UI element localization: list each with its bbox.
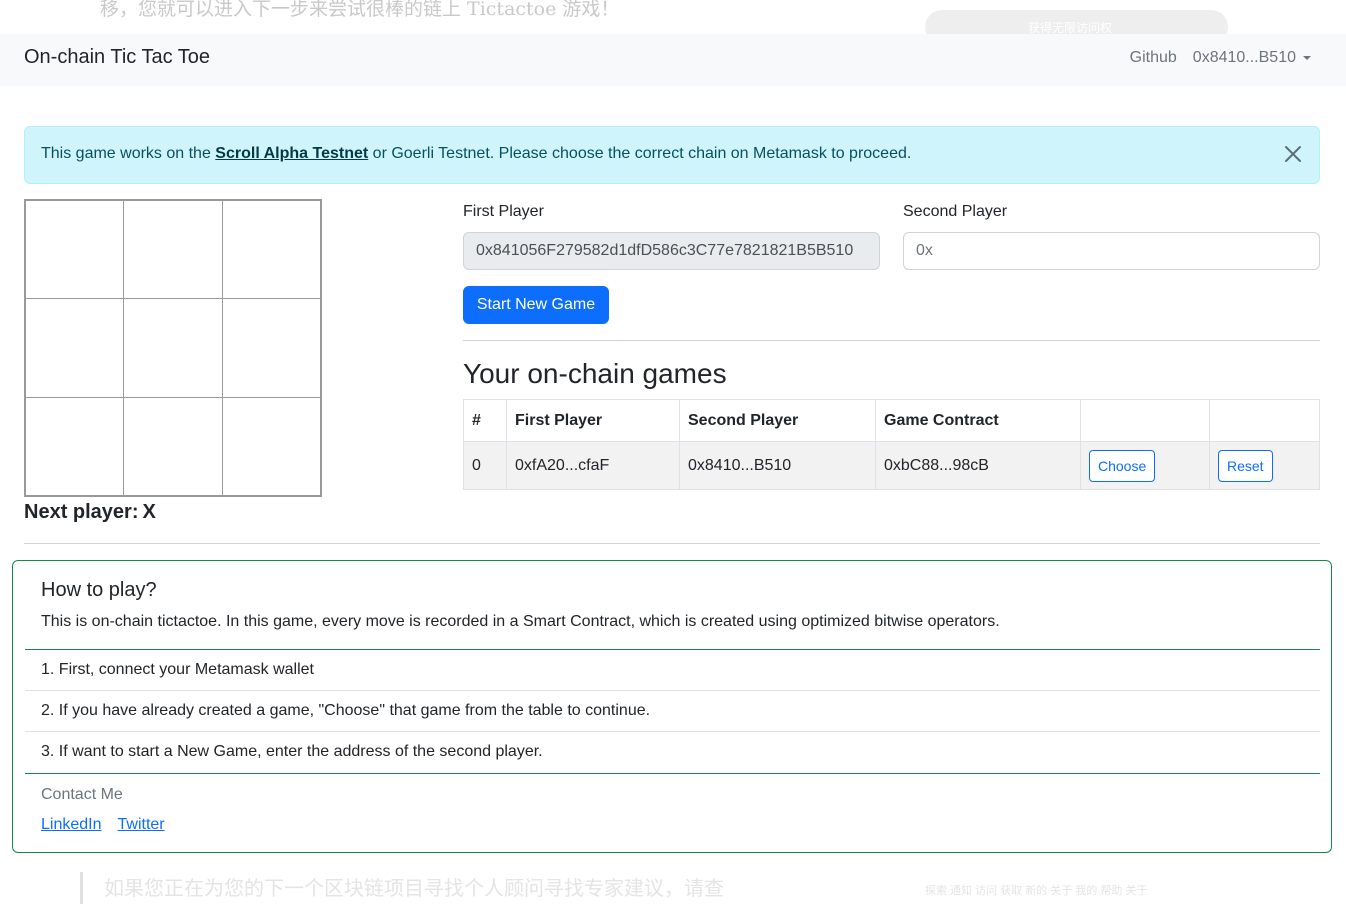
steps-list: 1. First, connect your Metamask wallet 2…	[25, 649, 1320, 774]
board-cell[interactable]	[24, 199, 125, 300]
alert-text-before: This game works on the	[41, 145, 216, 162]
how-to-play-card: How to play? This is on-chain tictactoe.…	[12, 560, 1332, 853]
board-cell[interactable]	[123, 396, 223, 497]
board-cell[interactable]	[24, 298, 125, 398]
scroll-testnet-link[interactable]: Scroll Alpha Testnet	[215, 145, 368, 162]
cell-choose: Choose	[1080, 441, 1210, 490]
navbar: On-chain Tic Tac Toe Github 0x8410...B51…	[0, 34, 1346, 86]
header-game-contract: Game Contract	[875, 399, 1081, 442]
account-dropdown[interactable]: 0x8410...B510	[1193, 49, 1311, 67]
alert-text-after: or Goerli Testnet. Please choose the cor…	[368, 145, 912, 162]
linkedin-link[interactable]: LinkedIn	[41, 816, 102, 834]
choose-button[interactable]: Choose	[1089, 449, 1156, 482]
board-cell[interactable]	[221, 396, 322, 497]
games-table: # First Player Second Player Game Contra…	[463, 399, 1320, 490]
table-row: 0 0xfA20...cfaF 0x8410...B510 0xbC88...9…	[463, 441, 1320, 490]
divider	[24, 543, 1320, 544]
header-reset	[1209, 399, 1320, 442]
board-cell[interactable]	[24, 396, 125, 497]
next-player-label: Next player:	[24, 501, 139, 523]
game-board	[24, 199, 322, 497]
contact-links: LinkedIn Twitter	[41, 816, 165, 834]
board-cell[interactable]	[221, 298, 322, 398]
games-title: Your on-chain games	[463, 358, 727, 389]
cell-second-player: 0x8410...B510	[679, 441, 876, 490]
github-link[interactable]: Github	[1130, 49, 1177, 67]
background-text: 移，您就可以进入下一步来尝试很棒的链上 Tictactoe 游戏！	[100, 0, 620, 20]
first-player-label: First Player	[463, 203, 544, 220]
next-player-status: Next player: X	[24, 501, 156, 524]
header-choose	[1080, 399, 1210, 442]
navbar-brand[interactable]: On-chain Tic Tac Toe	[24, 46, 210, 69]
cell-index: 0	[463, 441, 507, 490]
second-player-input[interactable]	[903, 232, 1320, 270]
card-title: How to play?	[41, 579, 157, 601]
twitter-link[interactable]: Twitter	[118, 816, 165, 834]
header-second-player: Second Player	[679, 399, 876, 442]
navbar-right: Github 0x8410...B510	[1130, 49, 1311, 67]
list-item: 3. If want to start a New Game, enter th…	[41, 743, 543, 760]
board-cell[interactable]	[123, 298, 223, 398]
start-new-game-button[interactable]: Start New Game	[463, 286, 609, 324]
first-player-field: 0x841056F279582d1dfD586c3C77e7821821B5B5…	[463, 232, 880, 270]
list-item: 1. First, connect your Metamask wallet	[25, 650, 1320, 691]
next-player-value: X	[142, 501, 156, 523]
background-page-top: 移，您就可以进入下一步来尝试很棒的链上 Tictactoe 游戏！ 获得无限访问…	[0, 0, 1346, 34]
account-address: 0x8410...B510	[1192, 49, 1296, 66]
caret-down-icon	[1303, 56, 1311, 60]
header-index: #	[463, 399, 507, 442]
background-bottom-small: 探索 通知 访问 获取 新的 关于 我的 帮助 关于	[925, 885, 1148, 897]
background-page-bottom: 如果您正在为您的下一个区块链项目寻找个人顾问寻找专家建议，请查 探索 通知 访问…	[0, 856, 1346, 904]
cell-game-contract: 0xbC88...98cB	[875, 441, 1081, 490]
cell-first-player: 0xfA20...cfaF	[506, 441, 680, 490]
close-icon[interactable]	[1283, 144, 1303, 164]
divider	[463, 340, 1320, 341]
background-quote-bar	[80, 872, 83, 904]
reset-button[interactable]: Reset	[1218, 449, 1273, 482]
table-header-row: # First Player Second Player Game Contra…	[463, 399, 1320, 442]
background-bottom-text: 如果您正在为您的下一个区块链项目寻找个人顾问寻找专家建议，请查	[104, 876, 724, 900]
second-player-label: Second Player	[903, 203, 1008, 220]
background-pill-text: 获得无限访问权	[1028, 21, 1113, 34]
cell-reset: Reset	[1209, 441, 1320, 490]
chain-alert: This game works on the Scroll Alpha Test…	[24, 126, 1320, 184]
list-item: 2. If you have already created a game, "…	[25, 691, 1320, 732]
contact-title: Contact Me	[41, 786, 123, 803]
board-cell[interactable]	[221, 199, 322, 300]
board-cell[interactable]	[123, 199, 223, 300]
header-first-player: First Player	[506, 399, 680, 442]
card-description: This is on-chain tictactoe. In this game…	[41, 613, 1000, 630]
